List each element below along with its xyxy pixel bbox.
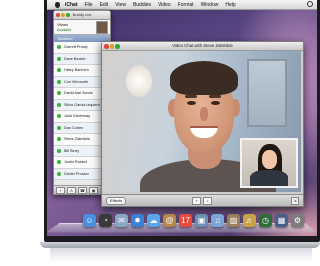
status-dot [57,91,61,96]
buddy-name: Justin Russell [64,160,88,165]
menu-extras [307,1,313,7]
fullscreen-button[interactable]: ⇲ [291,197,299,205]
video-chat-button[interactable]: ▣ [89,186,98,194]
iphoto-icon[interactable]: ▨ [227,214,240,227]
remote-person-eye [187,101,196,105]
status-dot [57,79,61,84]
remote-video-feed [104,51,301,192]
ical-icon[interactable]: 17 [179,214,192,227]
ichat-icon[interactable]: ☁ [147,214,160,227]
my-name[interactable]: Vivian [57,22,68,27]
status-dot [57,114,61,119]
my-avatar[interactable] [96,21,108,34]
menu-edit[interactable]: Edit [100,2,109,8]
safari-icon[interactable]: ✸ [131,214,144,227]
menu-help[interactable]: Help [225,2,235,8]
remote-person-brow [209,95,221,98]
dashboard-icon[interactable]: ◔ [99,214,112,227]
desktop: iChat File Edit View Buddies Video Forma… [47,0,317,236]
minimize-button[interactable] [109,44,114,49]
my-status-panel: Vivian Available [54,20,110,35]
effects-button[interactable]: Effects [106,197,127,205]
video-chat-titlebar[interactable]: Video Chat with Steve Zabriskie [102,42,303,51]
buddy-name: David Alai Zonde [64,91,93,96]
buddy-name: Hilary Barkrich [64,68,89,73]
status-dot [57,56,61,61]
text-chat-button[interactable]: A [67,186,76,194]
buddy-name: Silvia Garcia Izquierd [64,102,100,107]
menu-window[interactable]: Window [201,2,219,8]
menu-buddies[interactable]: Buddies [133,2,151,8]
zoom-button[interactable] [115,44,120,49]
minimize-button[interactable] [61,13,65,17]
my-status-menu[interactable]: Available [57,28,71,32]
garageband-icon[interactable]: ♬ [243,214,256,227]
close-button[interactable] [104,44,109,49]
remote-person-nose [200,107,208,121]
video-controls: + ♪ [192,197,212,205]
finder-icon[interactable]: ☺ [83,214,96,227]
remote-person-eye [211,101,220,105]
audio-chat-button[interactable]: ☎ [78,186,87,194]
menu-app-name[interactable]: iChat [65,2,78,8]
mute-button[interactable]: ♪ [203,197,212,205]
zoom-button[interactable] [66,13,70,17]
video-chat-title: Video Chat with Steve Zabriskie [172,43,233,48]
status-dot [57,102,61,107]
window-controls [56,13,70,17]
background-window [247,59,287,127]
apple-menu-icon[interactable] [55,1,60,8]
buddy-name: Garrett Prosty [64,45,88,50]
mail-icon[interactable]: ✉ [115,214,128,227]
buddy-list-title: Buddy List [72,12,92,17]
buddy-name: Dave Becker [64,56,86,61]
add-buddy-button[interactable]: + [56,186,65,194]
status-dot [57,125,61,130]
status-dot [57,45,61,50]
remote-person-hair [170,61,238,95]
remote-person-brow [185,95,197,98]
buddy-name: Bill Berry [64,148,80,153]
menu-file[interactable]: File [85,2,93,8]
spotlight-icon[interactable] [307,1,313,7]
close-button[interactable] [56,13,60,17]
buddy-name: Dimitri Prosser [64,171,89,176]
video-chat-window: Video Chat with Steve Zabriskie Effects … [101,41,304,207]
dock: ☺ ◔ ✉ ✸ ☁ @17 ▣ ♫ ▨ ♬ ◷ ▦ ⚙ [83,214,304,227]
menu-view[interactable]: View [115,2,126,8]
laptop-reflection [50,248,312,262]
video-toolbar: Effects + ♪ ⇲ [102,194,303,206]
address-book-icon[interactable]: @ [163,214,176,227]
itunes-icon[interactable]: ♫ [211,214,224,227]
status-dot [57,137,61,142]
local-person-face [262,150,277,169]
system-preferences-icon[interactable]: ⚙ [291,214,304,227]
buddy-name: Dan Cohen [64,125,84,130]
status-dot [57,171,61,176]
time-machine-icon[interactable]: ◷ [259,214,272,227]
add-participant-button[interactable]: + [192,197,201,205]
window-controls [104,44,120,49]
background-lamp [126,65,152,97]
menu-video[interactable]: Video [158,2,171,8]
buddy-list-titlebar[interactable]: Buddy List [54,11,110,20]
buddy-name: Cori Wennorth [64,79,89,84]
buddy-name: Steve Zabriskie [64,137,91,142]
spaces-icon[interactable]: ▦ [275,214,288,227]
local-preview-pip[interactable] [240,138,298,188]
preview-icon[interactable]: ▣ [195,214,208,227]
status-dot [57,68,61,73]
status-dot [57,148,61,153]
menu-bar: iChat File Edit View Buddies Video Forma… [47,0,317,10]
menu-format[interactable]: Format [178,2,194,8]
local-person-body [250,170,288,186]
status-dot [57,160,61,165]
laptop-frame: iChat File Edit View Buddies Video Forma… [44,0,320,242]
buddy-name: Julia Greenway [64,114,91,119]
